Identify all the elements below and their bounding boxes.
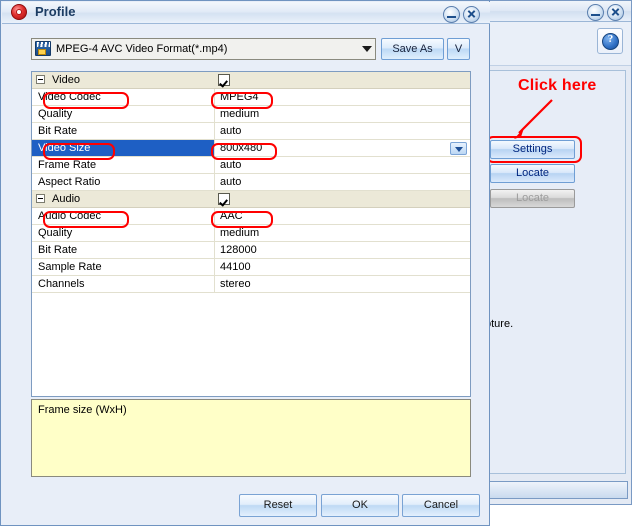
property-row-video-quality[interactable]: Quality medium bbox=[32, 106, 470, 123]
description-pane: Frame size (WxH) bbox=[31, 399, 471, 477]
property-grid-rows: Video Video Codec MPEG4 Quality medium B… bbox=[32, 72, 470, 396]
group-row-video[interactable]: Video bbox=[32, 72, 470, 89]
background-minimize-icon[interactable] bbox=[587, 4, 604, 21]
audio-enabled-checkbox[interactable] bbox=[218, 193, 230, 205]
property-value[interactable]: medium bbox=[216, 225, 470, 241]
dialog-close-icon[interactable] bbox=[463, 6, 480, 23]
property-name: Audio Codec bbox=[32, 208, 215, 224]
property-name: Quality bbox=[32, 225, 215, 241]
video-size-dropdown-icon[interactable] bbox=[450, 142, 467, 155]
property-value[interactable]: medium bbox=[216, 106, 470, 122]
group-row-audio[interactable]: Audio bbox=[32, 191, 470, 208]
background-close-icon[interactable] bbox=[607, 4, 624, 21]
locate-button[interactable]: Locate bbox=[490, 164, 575, 183]
reset-button[interactable]: Reset bbox=[239, 494, 317, 517]
property-name: Frame Rate bbox=[32, 157, 215, 173]
dialog-title: Profile bbox=[35, 4, 76, 19]
format-combobox-value: MPEG-4 AVC Video Format(*.mp4) bbox=[56, 43, 228, 55]
property-value[interactable]: 800x480 bbox=[216, 140, 470, 156]
group-row-label: Audio bbox=[52, 193, 81, 205]
property-value[interactable]: 44100 bbox=[216, 259, 470, 275]
property-row-sample-rate[interactable]: Sample Rate 44100 bbox=[32, 259, 470, 276]
profile-dialog: Profile MPEG-4 AVC Video Format(*.mp4) S… bbox=[0, 0, 490, 526]
cancel-button[interactable]: Cancel bbox=[402, 494, 480, 517]
property-row-audio-codec[interactable]: Audio Codec AAC bbox=[32, 208, 470, 225]
ok-button[interactable]: OK bbox=[321, 494, 399, 517]
screen: ? pture. Click here Settings Locate Loca… bbox=[0, 0, 632, 526]
property-value[interactable]: stereo bbox=[216, 276, 470, 292]
property-grid[interactable]: Video Video Codec MPEG4 Quality medium B… bbox=[31, 71, 471, 397]
video-enabled-checkbox[interactable] bbox=[218, 74, 230, 86]
locate-button-disabled: Locate bbox=[490, 189, 575, 208]
property-row-video-codec[interactable]: Video Codec MPEG4 bbox=[32, 89, 470, 106]
chevron-down-icon[interactable] bbox=[362, 46, 372, 52]
property-value[interactable]: auto bbox=[216, 123, 470, 139]
property-row-aspect-ratio[interactable]: Aspect Ratio auto bbox=[32, 174, 470, 191]
property-value[interactable]: auto bbox=[216, 157, 470, 173]
v-button[interactable]: V bbox=[447, 38, 470, 60]
property-row-video-size[interactable]: Video Size 800x480 bbox=[32, 140, 470, 157]
help-button[interactable]: ? bbox=[597, 28, 623, 54]
property-value[interactable]: AAC bbox=[216, 208, 470, 224]
help-glyph: ? bbox=[607, 33, 614, 45]
property-value[interactable]: MPEG4 bbox=[216, 89, 470, 105]
dialog-minimize-icon[interactable] bbox=[443, 6, 460, 23]
property-name: Bit Rate bbox=[32, 123, 215, 139]
property-row-audio-quality[interactable]: Quality medium bbox=[32, 225, 470, 242]
property-name: Aspect Ratio bbox=[32, 174, 215, 190]
property-name: Channels bbox=[32, 276, 215, 292]
property-name: Sample Rate bbox=[32, 259, 215, 275]
format-combobox[interactable]: MPEG-4 AVC Video Format(*.mp4) bbox=[31, 38, 376, 60]
property-name: Bit Rate bbox=[32, 242, 215, 258]
property-name: Video Size bbox=[32, 140, 215, 156]
property-row-video-bitrate[interactable]: Bit Rate auto bbox=[32, 123, 470, 140]
property-row-frame-rate[interactable]: Frame Rate auto bbox=[32, 157, 470, 174]
property-row-channels[interactable]: Channels stereo bbox=[32, 276, 470, 293]
save-as-button[interactable]: Save As bbox=[381, 38, 444, 60]
video-file-icon bbox=[35, 41, 51, 56]
property-value[interactable]: auto bbox=[216, 174, 470, 190]
question-mark-icon: ? bbox=[602, 33, 619, 50]
profile-target-icon bbox=[11, 4, 27, 20]
property-value[interactable]: 128000 bbox=[216, 242, 470, 258]
click-here-annotation: Click here bbox=[518, 77, 597, 94]
property-row-audio-bitrate[interactable]: Bit Rate 128000 bbox=[32, 242, 470, 259]
property-name: Quality bbox=[32, 106, 215, 122]
property-name: Video Codec bbox=[32, 89, 215, 105]
group-row-label: Video bbox=[52, 74, 80, 86]
annotation-arrow-icon bbox=[514, 99, 553, 139]
settings-button[interactable]: Settings bbox=[490, 140, 575, 159]
